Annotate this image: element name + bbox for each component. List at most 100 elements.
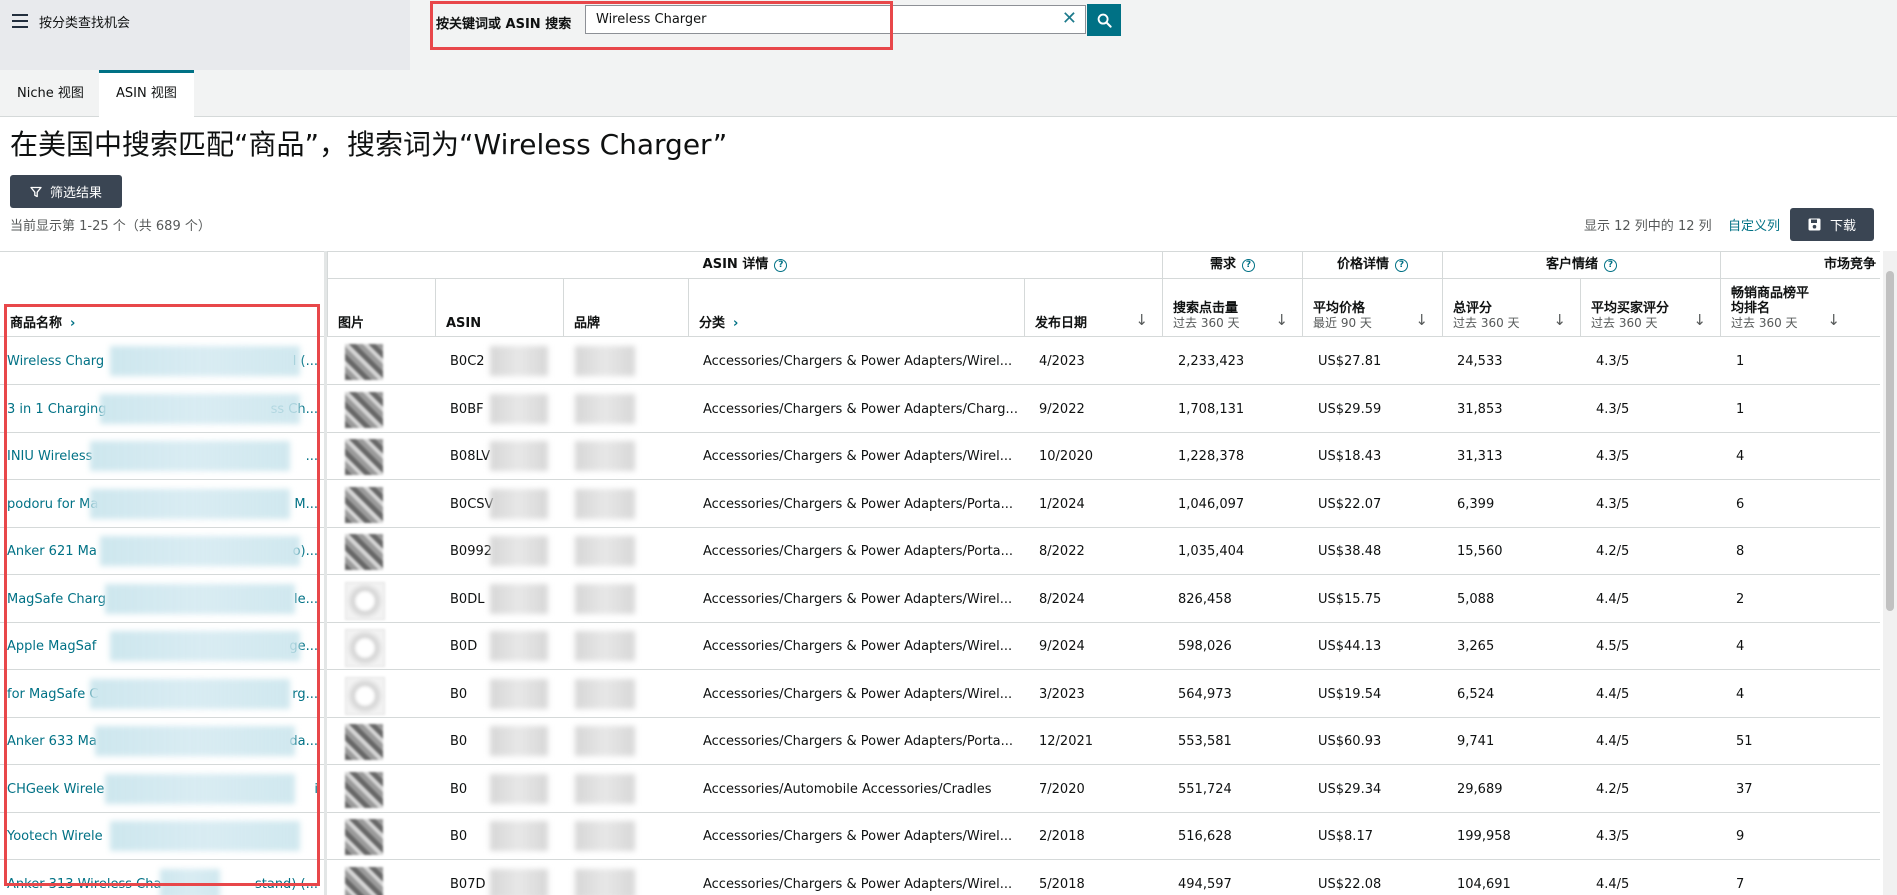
redacted-text bbox=[160, 868, 220, 895]
customize-columns-link[interactable]: 自定义列 bbox=[1728, 215, 1780, 234]
table-row[interactable]: podoru for Ma M... B0CSV Accessories/Charge… bbox=[0, 481, 1880, 528]
product-thumbnail[interactable] bbox=[345, 344, 383, 380]
table-row[interactable]: Anker 313 Wireless Cha stand) (... B07D Acc… bbox=[0, 861, 1880, 895]
scrollbar-thumb[interactable] bbox=[1886, 271, 1894, 611]
redacted-text bbox=[110, 821, 300, 851]
avg-rating-value: 4.3/5 bbox=[1596, 829, 1630, 844]
chevron-right-icon[interactable]: › bbox=[733, 316, 738, 331]
col-search-clicks-sub: 过去 360 天 bbox=[1173, 316, 1240, 330]
table-row[interactable]: INIU Wireless... B08LV Accessories/Charger… bbox=[0, 433, 1880, 480]
tab-niche-view[interactable]: Niche 视图 bbox=[0, 70, 101, 117]
category-value: Accessories/Chargers & Power Adapters/Wi… bbox=[703, 686, 1013, 702]
table-row[interactable]: for MagSafe Crg... B0 Accessories/Chargers… bbox=[0, 671, 1880, 718]
search-button[interactable] bbox=[1087, 4, 1121, 36]
sort-arrow-icon[interactable]: ↓ bbox=[1275, 311, 1288, 329]
col-bsr[interactable]: 畅销商品榜平均排名 过去 360 天 ↓ bbox=[1720, 279, 1880, 337]
search-clicks-value: 2,233,423 bbox=[1178, 354, 1245, 369]
table-row[interactable]: Yootech Wirele B0 Accessories/Chargers & P… bbox=[0, 813, 1880, 860]
table-row[interactable]: CHGeek Wirele i B0 Accessories/Automobile A… bbox=[0, 766, 1880, 813]
filter-results-button[interactable]: 筛选结果 bbox=[10, 175, 122, 208]
product-thumbnail[interactable] bbox=[345, 629, 385, 667]
total-ratings-value: 3,265 bbox=[1457, 639, 1495, 654]
redacted-text bbox=[100, 393, 300, 424]
redacted-text bbox=[490, 821, 548, 851]
page-title: 在美国中搜索匹配“商品”，搜索词为“Wireless Charger” bbox=[10, 128, 728, 161]
sort-arrow-icon[interactable]: ↓ bbox=[1415, 311, 1428, 329]
sort-arrow-icon[interactable]: ↓ bbox=[1553, 311, 1566, 329]
info-icon[interactable]: ? bbox=[1395, 259, 1408, 272]
product-thumbnail[interactable] bbox=[345, 676, 385, 715]
avg-rating-value: 4.4/5 bbox=[1596, 876, 1630, 892]
col-product-name-label: 商品名称 bbox=[10, 316, 63, 331]
product-thumbnail[interactable] bbox=[345, 819, 383, 855]
col-image-label: 图片 bbox=[338, 316, 365, 331]
product-thumbnail[interactable] bbox=[345, 724, 383, 760]
avg-rating-value: 4.4/5 bbox=[1596, 686, 1630, 702]
launch-date-value: 3/2023 bbox=[1039, 686, 1085, 702]
search-clicks-value: 826,458 bbox=[1178, 591, 1232, 607]
avg-rating-value: 4.3/5 bbox=[1596, 354, 1630, 369]
table-row[interactable]: 3 in 1 Chargingss Ch...B0BFAccessories/C… bbox=[0, 386, 1880, 433]
table-row[interactable]: Anker 633 Ma da... B0 Accessories/Chargers … bbox=[0, 718, 1880, 765]
col-category[interactable]: 分类 › bbox=[688, 279, 1024, 337]
avg-price-value: US$22.07 bbox=[1318, 496, 1382, 512]
product-thumbnail[interactable] bbox=[345, 581, 385, 620]
product-thumbnail[interactable] bbox=[345, 866, 383, 895]
menu-icon[interactable] bbox=[12, 14, 28, 28]
vertical-scrollbar[interactable] bbox=[1883, 251, 1897, 895]
bsr-value: 7 bbox=[1736, 876, 1745, 892]
bsr-value: 4 bbox=[1736, 686, 1745, 702]
sort-arrow-icon[interactable]: ↓ bbox=[1827, 311, 1840, 329]
product-thumbnail[interactable] bbox=[345, 534, 383, 570]
avg-price-value: US$29.59 bbox=[1318, 401, 1382, 417]
filter-icon bbox=[30, 186, 42, 197]
download-button[interactable]: 下载 bbox=[1790, 208, 1874, 241]
table-row[interactable]: Anker 621 Ma o)... B0992 Accessories/Charge… bbox=[0, 528, 1880, 575]
col-product-name[interactable]: 商品名称 › bbox=[0, 279, 324, 337]
avg-rating-value: 4.4/5 bbox=[1596, 734, 1630, 749]
product-thumbnail[interactable] bbox=[345, 391, 383, 428]
product-thumbnail[interactable] bbox=[345, 771, 383, 808]
info-icon[interactable]: ? bbox=[1242, 259, 1255, 272]
redacted-brand bbox=[575, 868, 635, 895]
col-avg-price[interactable]: 平均价格 最近 90 天 ↓ bbox=[1302, 279, 1442, 337]
avg-price-value: US$22.08 bbox=[1318, 876, 1382, 892]
search-input[interactable] bbox=[586, 6, 1046, 33]
redacted-brand bbox=[575, 346, 635, 376]
search-clicks-value: 1,708,131 bbox=[1178, 401, 1245, 417]
total-ratings-value: 9,741 bbox=[1457, 734, 1495, 749]
search-label: 按关键词或 ASIN 搜索 bbox=[436, 17, 572, 32]
redacted-text bbox=[100, 536, 300, 566]
col-avg-rating[interactable]: 平均买家评分 过去 360 天 ↓ bbox=[1580, 279, 1720, 337]
sort-arrow-icon[interactable]: ↓ bbox=[1693, 311, 1706, 329]
col-total-ratings[interactable]: 总评分 过去 360 天 ↓ bbox=[1442, 279, 1580, 337]
bsr-value: 2 bbox=[1736, 591, 1745, 607]
info-icon[interactable]: ? bbox=[774, 259, 788, 272]
info-icon[interactable]: ? bbox=[1604, 259, 1617, 272]
avg-rating-value: 4.3/5 bbox=[1596, 401, 1630, 417]
table-row[interactable]: Wireless Charg l (... B0C2 Accessories/Char… bbox=[0, 338, 1880, 385]
category-nav-label[interactable]: 按分类查找机会 bbox=[39, 12, 130, 31]
group-asin-details: ASIN 详情? bbox=[327, 252, 1162, 278]
frozen-column-divider[interactable] bbox=[324, 251, 327, 895]
tab-asin-view[interactable]: ASIN 视图 bbox=[99, 70, 194, 118]
col-search-clicks[interactable]: 搜索点击量 过去 360 天 ↓ bbox=[1162, 279, 1302, 337]
sort-arrow-icon[interactable]: ↓ bbox=[1135, 311, 1148, 329]
avg-price-value: US$60.93 bbox=[1318, 734, 1382, 749]
clear-icon[interactable]: ✕ bbox=[1062, 9, 1077, 29]
category-value: Accessories/Chargers & Power Adapters/Wi… bbox=[703, 449, 1013, 464]
redacted-text bbox=[105, 583, 295, 614]
col-avg-price-sub: 最近 90 天 bbox=[1313, 316, 1372, 330]
avg-price-value: US$29.34 bbox=[1318, 781, 1382, 797]
search-box[interactable]: ✕ bbox=[585, 5, 1086, 34]
col-launch-date[interactable]: 发布日期 ↓ bbox=[1024, 279, 1162, 337]
table-row[interactable]: MagSafe Charg le... B0DL Accessories/Charge… bbox=[0, 576, 1880, 623]
table-row[interactable]: Apple MagSaf ge... B0D Accessories/Chargers… bbox=[0, 623, 1880, 670]
category-nav[interactable]: 按分类查找机会 bbox=[0, 0, 410, 70]
product-thumbnail[interactable] bbox=[345, 486, 383, 523]
chevron-right-icon[interactable]: › bbox=[70, 316, 75, 331]
category-value: Accessories/Chargers & Power Adapters/Wi… bbox=[703, 354, 1013, 369]
col-avg-rating-sub: 过去 360 天 bbox=[1591, 316, 1658, 330]
product-thumbnail[interactable] bbox=[345, 439, 383, 475]
product-name-tail[interactable]: stand) (... bbox=[250, 861, 318, 895]
